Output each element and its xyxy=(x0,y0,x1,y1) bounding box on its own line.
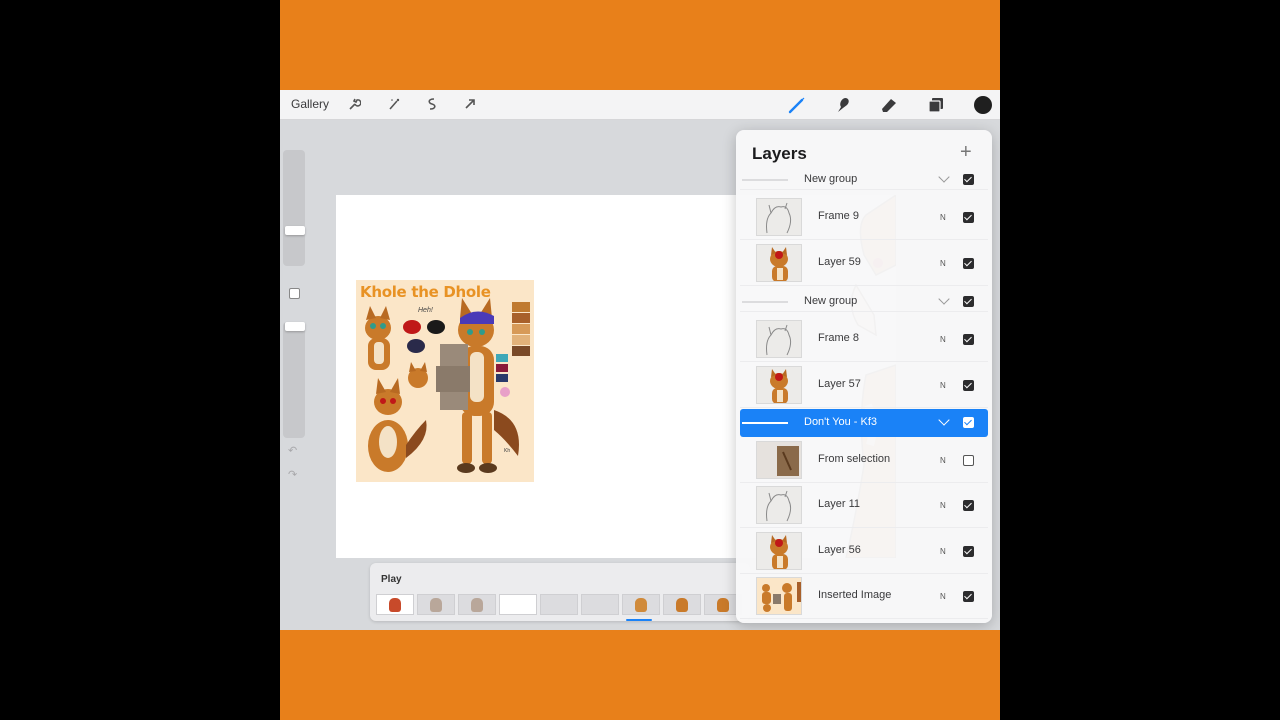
layers-title: Layers xyxy=(752,144,807,163)
layer-row[interactable]: Layer 57 N xyxy=(740,363,988,408)
group-indicator-line xyxy=(742,179,788,181)
frame-thumb[interactable] xyxy=(622,594,660,615)
layer-thumbnail[interactable] xyxy=(756,244,802,282)
frame-thumb[interactable] xyxy=(499,594,537,615)
layer-thumbnail[interactable] xyxy=(756,320,802,358)
group-name: New group xyxy=(804,173,858,185)
eraser-icon[interactable] xyxy=(879,95,899,115)
chevron-down-icon[interactable] xyxy=(938,171,950,183)
frame-thumb[interactable] xyxy=(458,594,496,615)
chevron-down-icon[interactable] xyxy=(938,293,950,305)
chevron-down-icon[interactable] xyxy=(938,414,950,426)
group-indicator-line xyxy=(742,301,788,303)
frame-thumb[interactable] xyxy=(663,594,701,615)
layer-row[interactable]: Frame 8 N xyxy=(740,317,988,362)
layer-thumbnail[interactable] xyxy=(756,366,802,404)
play-button[interactable]: Play xyxy=(381,574,402,585)
frame-thumb[interactable] xyxy=(376,594,414,615)
layer-row[interactable]: Layer 11 N xyxy=(740,483,988,528)
frame-thumb[interactable] xyxy=(581,594,619,615)
transform-arrow-icon[interactable] xyxy=(462,97,478,113)
layers-icon[interactable] xyxy=(926,95,946,115)
layer-thumbnail[interactable] xyxy=(756,532,802,570)
layer-row[interactable]: Frame 9 N xyxy=(740,195,988,240)
visibility-checkbox[interactable] xyxy=(963,499,974,511)
visibility-checkbox[interactable] xyxy=(963,257,974,269)
layer-thumbnail[interactable] xyxy=(756,198,802,236)
blend-mode-button[interactable]: N xyxy=(940,381,946,390)
layer-thumbnail[interactable] xyxy=(756,486,802,524)
color-picker-button[interactable] xyxy=(973,95,993,115)
selection-icon[interactable] xyxy=(424,97,440,113)
visibility-checkbox[interactable] xyxy=(963,454,974,466)
side-bar: ↶ ↷ xyxy=(282,150,306,481)
visibility-checkbox[interactable] xyxy=(963,379,974,391)
wrench-icon[interactable] xyxy=(346,97,362,113)
layer-row[interactable]: Layer 56 N xyxy=(740,529,988,574)
layer-name: Frame 8 xyxy=(818,332,859,344)
blend-mode-button[interactable]: N xyxy=(940,501,946,510)
blend-mode-button[interactable]: N xyxy=(940,335,946,344)
layer-name: Inserted Image xyxy=(818,589,892,601)
visibility-checkbox[interactable] xyxy=(963,333,974,345)
layer-name: Layer 59 xyxy=(818,256,861,268)
blend-mode-button[interactable]: N xyxy=(940,592,946,601)
top-toolbar: Gallery xyxy=(280,90,1000,120)
brush-size-thumb[interactable] xyxy=(285,226,305,235)
layer-name: Layer 57 xyxy=(818,378,861,390)
opacity-slider[interactable] xyxy=(283,322,305,438)
layer-group-row[interactable]: New group xyxy=(740,292,988,312)
smudge-icon[interactable] xyxy=(833,95,853,115)
layer-row[interactable]: From selection N xyxy=(740,438,988,483)
brush-size-slider[interactable] xyxy=(283,150,305,266)
character-art: Kh xyxy=(365,298,530,473)
visibility-checkbox[interactable] xyxy=(963,590,974,602)
layers-panel: Layers + New group Frame 9 N Layer 59 N New g… xyxy=(736,130,992,623)
group-indicator-line xyxy=(742,422,788,424)
visibility-checkbox[interactable] xyxy=(963,545,974,557)
visibility-checkbox[interactable] xyxy=(963,174,974,185)
frame-thumb[interactable] xyxy=(417,594,455,615)
blend-mode-button[interactable]: N xyxy=(940,213,946,222)
animation-assist-bar: Play xyxy=(370,563,750,621)
brush-icon[interactable] xyxy=(787,95,807,115)
frame-thumb[interactable] xyxy=(540,594,578,615)
redo-icon[interactable]: ↷ xyxy=(288,468,297,481)
add-layer-button[interactable]: + xyxy=(960,142,972,162)
svg-text:Kh: Kh xyxy=(504,448,510,454)
visibility-checkbox[interactable] xyxy=(963,417,974,428)
gallery-button[interactable]: Gallery xyxy=(291,97,329,111)
video-frame: Gallery ↶ ↷ Khole the Dhole Heh! Kh Play… xyxy=(280,0,1000,720)
modify-button[interactable] xyxy=(289,288,300,299)
layer-group-row[interactable]: New group xyxy=(740,170,988,190)
reference-sheet-image: Khole the Dhole Heh! Kh xyxy=(356,280,534,482)
undo-icon[interactable]: ↶ xyxy=(288,444,297,457)
timeline-scroll-indicator xyxy=(626,619,652,621)
blend-mode-button[interactable]: N xyxy=(940,547,946,556)
layer-name: Layer 11 xyxy=(818,498,860,510)
visibility-checkbox[interactable] xyxy=(963,211,974,223)
magic-wand-icon[interactable] xyxy=(386,97,402,113)
procreate-app: Gallery ↶ ↷ Khole the Dhole Heh! Kh Play… xyxy=(280,90,1000,630)
group-name: New group xyxy=(804,295,858,307)
layer-group-row[interactable]: Don't You - Kf3 xyxy=(740,409,988,437)
frame-timeline xyxy=(376,594,742,615)
blend-mode-button[interactable]: N xyxy=(940,259,946,268)
layer-name: Frame 9 xyxy=(818,210,859,222)
visibility-checkbox[interactable] xyxy=(963,296,974,307)
layer-name: Layer 56 xyxy=(818,544,861,556)
blend-mode-button[interactable]: N xyxy=(940,456,946,465)
group-name: Don't You - Kf3 xyxy=(804,416,878,428)
layer-row[interactable]: Layer 59 N xyxy=(740,241,988,286)
layer-row[interactable]: Inserted Image N xyxy=(740,574,988,619)
opacity-thumb[interactable] xyxy=(285,322,305,331)
layer-name: From selection xyxy=(818,453,891,465)
layer-thumbnail[interactable] xyxy=(756,441,802,479)
layer-thumbnail[interactable] xyxy=(756,577,802,615)
